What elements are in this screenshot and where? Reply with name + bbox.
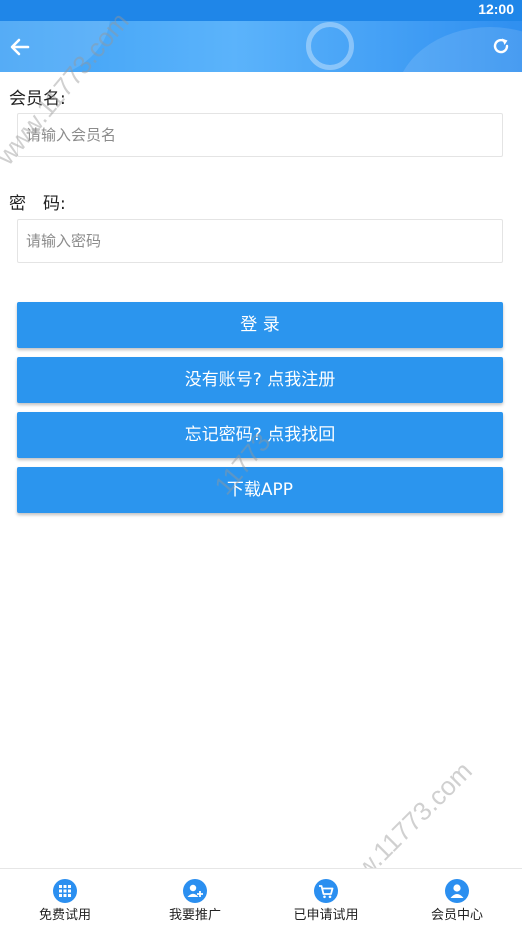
nav-label: 我要推广 <box>168 908 221 923</box>
register-button[interactable]: 没有账号? 点我注册 <box>17 357 503 403</box>
person-icon <box>445 879 469 903</box>
nav-label: 已申请试用 <box>293 908 359 923</box>
nav-label: 免费试用 <box>38 908 91 923</box>
nav-applied-trials[interactable]: 已申请试用 <box>261 869 391 929</box>
username-label: 会员名: <box>9 89 66 109</box>
nav-free-trial[interactable]: 免费试用 <box>0 869 130 929</box>
nav-promote[interactable]: 我要推广 <box>130 869 260 929</box>
username-input[interactable] <box>17 113 503 157</box>
nav-member-center[interactable]: 会员中心 <box>392 869 522 929</box>
back-button[interactable] <box>8 35 32 59</box>
password-label: 密 码: <box>9 194 66 214</box>
status-time: 12:00 <box>478 1 514 17</box>
refresh-button[interactable] <box>491 36 511 56</box>
arrow-left-icon <box>10 38 30 56</box>
app-bar <box>0 21 522 72</box>
status-bar: 12:00 <box>0 0 522 21</box>
header-decoration <box>306 22 354 70</box>
nav-label: 会员中心 <box>430 908 483 923</box>
login-button[interactable]: 登 录 <box>17 302 503 348</box>
user-add-icon <box>183 879 207 903</box>
password-input[interactable] <box>17 219 503 263</box>
cart-icon <box>314 879 338 903</box>
download-app-button[interactable]: 下载APP <box>17 467 503 513</box>
refresh-icon <box>493 38 509 54</box>
grid-icon <box>53 879 77 903</box>
forgot-password-button[interactable]: 忘记密码? 点我找回 <box>17 412 503 458</box>
bottom-nav: 免费试用 我要推广 已申请试用 会员中心 <box>0 868 522 929</box>
